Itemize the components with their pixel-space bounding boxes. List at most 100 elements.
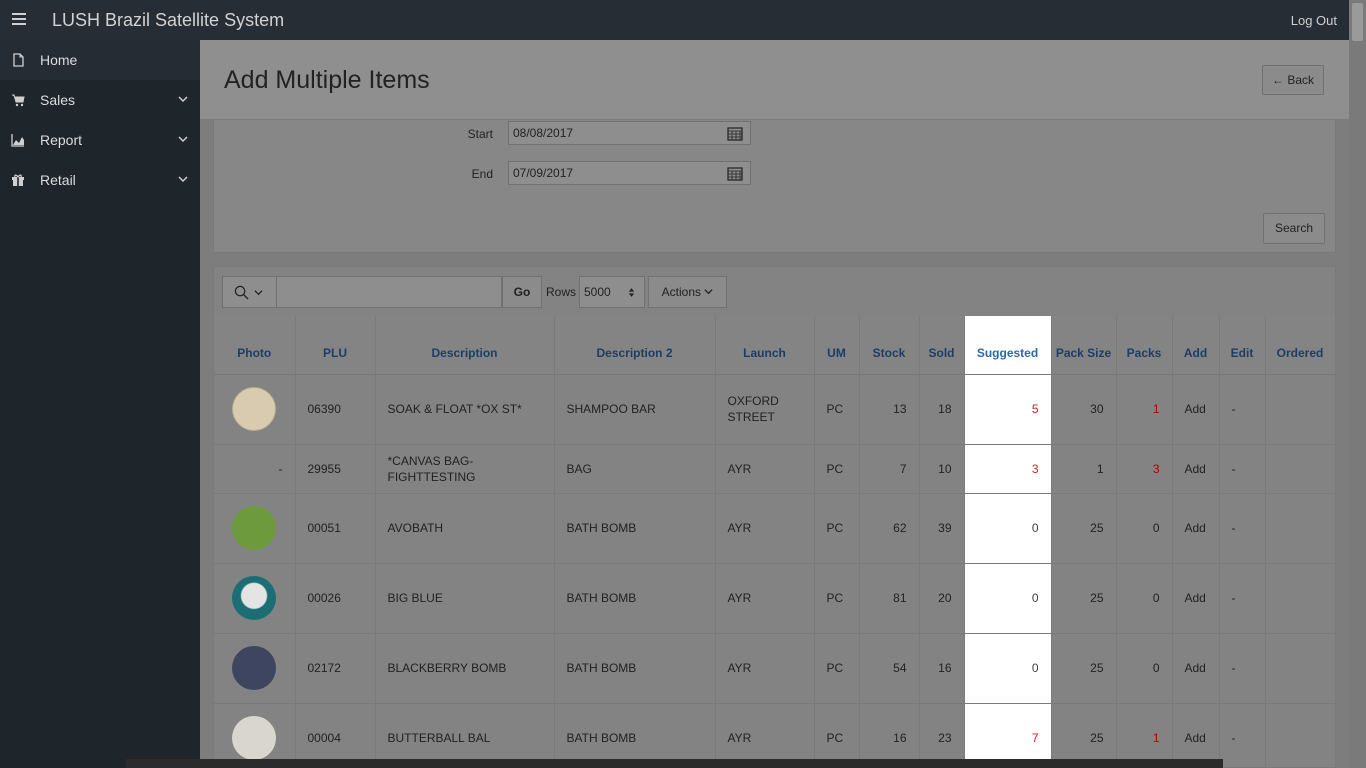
launch-cell: AYR	[715, 563, 815, 634]
add-link[interactable]: Add	[1172, 563, 1220, 634]
sidebar-item-report[interactable]: Report	[0, 120, 200, 160]
um-cell: PC	[814, 493, 860, 564]
pack-size-cell: 30	[1051, 374, 1117, 445]
end-calendar-button[interactable]	[719, 161, 751, 185]
plu-cell: 00051	[295, 493, 376, 564]
column-header[interactable]: Pack Size	[1051, 316, 1117, 375]
area-chart-icon	[11, 134, 24, 147]
table-row: 06390 SOAK & FLOAT *OX ST* SHAMPOO BAR O…	[214, 374, 1336, 445]
start-calendar-button[interactable]	[719, 121, 751, 145]
packs-cell: 1	[1116, 374, 1173, 445]
column-search-button[interactable]	[222, 276, 277, 308]
back-button[interactable]: ← Back	[1262, 65, 1324, 95]
column-header[interactable]: Description	[375, 316, 555, 375]
description2-cell: BATH BOMB	[554, 563, 716, 634]
top-bar: LUSH Brazil Satellite System Log Out	[0, 0, 1366, 40]
product-photo[interactable]	[232, 576, 277, 620]
column-header[interactable]: Packs	[1116, 316, 1173, 375]
sold-cell: 10	[919, 444, 965, 494]
column-header[interactable]: Photo	[214, 316, 296, 375]
menu-icon[interactable]	[12, 13, 26, 25]
ordered-cell	[1265, 493, 1336, 564]
column-header[interactable]: Ordered	[1265, 316, 1336, 375]
actions-menu-button[interactable]: Actions	[648, 276, 727, 308]
pack-size-cell: 25	[1051, 633, 1117, 704]
description-cell: BIG BLUE	[375, 563, 555, 634]
sidebar-item-retail[interactable]: Retail	[0, 160, 200, 200]
stock-cell: 62	[859, 493, 920, 564]
launch-cell: OXFORD STREET	[715, 374, 815, 445]
suggested-cell: 0	[964, 563, 1052, 634]
sold-cell: 18	[919, 374, 965, 445]
description2-cell: BAG	[554, 444, 716, 494]
description-cell: AVOBATH	[375, 493, 555, 564]
description-cell: *CANVAS BAG-FIGHTTESTING	[375, 444, 555, 494]
sidebar-item-sales[interactable]: Sales	[0, 80, 200, 120]
add-link[interactable]: Add	[1172, 444, 1220, 494]
sold-cell: 39	[919, 493, 965, 564]
pack-size-cell: 25	[1051, 493, 1117, 564]
page-scrollbar[interactable]	[1349, 0, 1366, 768]
add-link[interactable]: Add	[1172, 633, 1220, 704]
ordered-cell	[1265, 563, 1336, 634]
logout-link[interactable]: Log Out	[1291, 13, 1337, 28]
packs-cell: 3	[1116, 444, 1173, 494]
um-cell: PC	[814, 563, 860, 634]
add-link[interactable]: Add	[1172, 374, 1220, 445]
description2-cell: BATH BOMB	[554, 493, 716, 564]
report-region: Go Rows 5000 Actions Photo PLU Descripti…	[213, 266, 1336, 768]
bottom-taskbar	[126, 759, 1223, 768]
description2-cell: SHAMPOO BAR	[554, 374, 716, 445]
scrollbar-thumb[interactable]	[1352, 3, 1363, 41]
start-label: Start	[467, 127, 493, 141]
plu-cell: 06390	[295, 374, 376, 445]
rows-value: 5000	[584, 285, 611, 299]
product-photo[interactable]	[232, 387, 277, 431]
search-input[interactable]	[276, 276, 502, 308]
table-row: - 29955 *CANVAS BAG-FIGHTTESTING BAG AYR…	[214, 444, 1336, 494]
column-header-suggested[interactable]: Suggested	[964, 316, 1052, 375]
table-row: 00051 AVOBATH BATH BOMB AYR PC 62 39 0 2…	[214, 493, 1336, 564]
search-button[interactable]: Search	[1263, 213, 1325, 244]
app-title[interactable]: LUSH Brazil Satellite System	[52, 10, 284, 31]
rows-select[interactable]: 5000	[579, 276, 645, 308]
ordered-cell	[1265, 374, 1336, 445]
plu-cell: 00026	[295, 563, 376, 634]
launch-cell: AYR	[715, 633, 815, 704]
stock-cell: 81	[859, 563, 920, 634]
column-header[interactable]: Launch	[715, 316, 815, 375]
rows-label: Rows	[546, 285, 577, 299]
photo-cell	[214, 374, 296, 445]
photo-cell	[214, 633, 296, 704]
column-header[interactable]: Stock	[859, 316, 920, 375]
column-header[interactable]: Edit	[1219, 316, 1266, 375]
calendar-icon	[727, 127, 743, 141]
column-header[interactable]: Sold	[919, 316, 965, 375]
stock-cell: 54	[859, 633, 920, 704]
photo-cell: -	[214, 444, 296, 494]
column-header[interactable]: UM	[814, 316, 860, 375]
product-photo[interactable]	[232, 646, 277, 690]
column-header[interactable]: Add	[1172, 316, 1220, 375]
sidebar-item-label: Retail	[40, 172, 76, 188]
sidebar-item-home[interactable]: Home	[0, 40, 200, 80]
um-cell: PC	[814, 444, 860, 494]
table-row: 02172 BLACKBERRY BOMB BATH BOMB AYR PC 5…	[214, 633, 1336, 704]
edit-cell: -	[1219, 633, 1266, 704]
plu-cell: 29955	[295, 444, 376, 494]
back-label: Back	[1287, 73, 1315, 87]
start-date-field[interactable]: 08/08/2017	[508, 121, 720, 145]
column-header[interactable]: PLU	[295, 316, 376, 375]
edit-cell: -	[1219, 563, 1266, 634]
packs-cell: 0	[1116, 493, 1173, 564]
product-photo[interactable]	[232, 506, 277, 550]
description-cell: BLACKBERRY BOMB	[375, 633, 555, 704]
pack-size-cell: 1	[1051, 444, 1117, 494]
end-date-field[interactable]: 07/09/2017	[508, 161, 720, 185]
cart-icon	[12, 94, 25, 107]
product-photo[interactable]	[232, 716, 277, 760]
column-header[interactable]: Description 2	[554, 316, 716, 375]
go-button[interactable]: Go	[502, 276, 542, 308]
stock-cell: 7	[859, 444, 920, 494]
add-link[interactable]: Add	[1172, 493, 1220, 564]
